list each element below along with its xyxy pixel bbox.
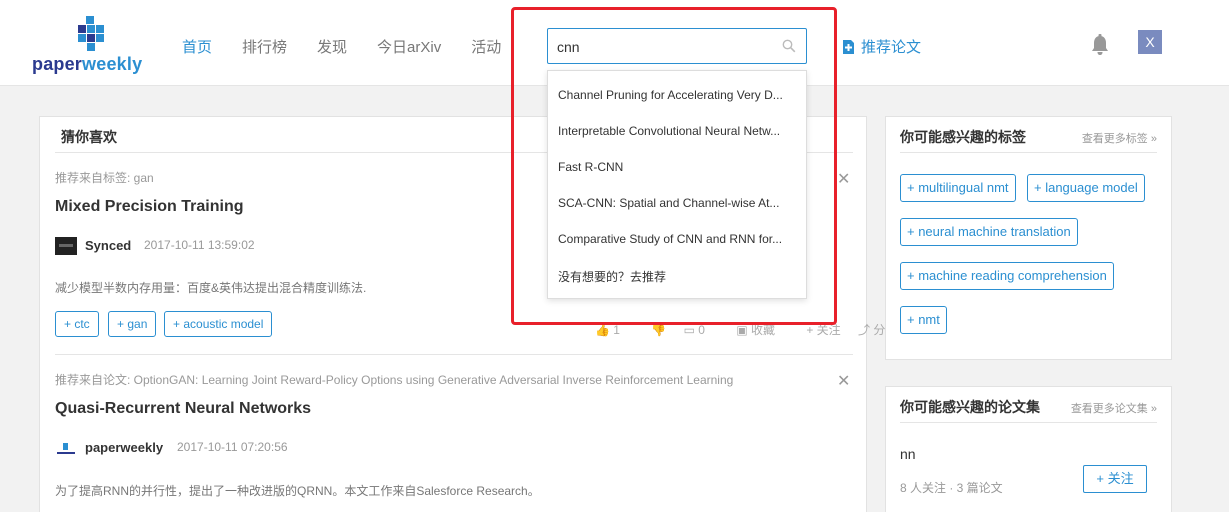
search-box: [547, 28, 807, 64]
follow-collection-button[interactable]: + 关注: [1083, 465, 1147, 493]
more-tags-link[interactable]: 查看更多标签 »: [1082, 130, 1157, 146]
tag-chip[interactable]: + gan: [108, 311, 157, 337]
tag-chip[interactable]: + acoustic model: [164, 311, 273, 337]
tag-chip[interactable]: + machine reading comprehension: [900, 262, 1114, 290]
author-avatar[interactable]: [55, 237, 77, 255]
dismiss-icon[interactable]: ✕: [837, 371, 850, 391]
user-avatar[interactable]: X: [1138, 30, 1162, 54]
dislike-button[interactable]: 👎: [651, 323, 666, 337]
document-plus-icon: [843, 39, 854, 54]
search-suggestion[interactable]: Fast R-CNN: [558, 160, 798, 174]
collection-name[interactable]: nn: [900, 446, 916, 462]
tag-chip[interactable]: + neural machine translation: [900, 218, 1078, 246]
recommend-suggestion-link[interactable]: 没有想要的？去推荐: [558, 268, 798, 285]
logo-text: paperweekly: [32, 54, 143, 74]
feed-item-source: 推荐来自标签: gan: [55, 171, 154, 185]
divider: [900, 152, 1157, 153]
feed-item-actions: 👍 1 👎 ▭ 0 ▣ 收藏 + 关注 ⤴ 分享: [595, 321, 925, 338]
tag-chip[interactable]: + multilingual nmt: [900, 174, 1016, 202]
tag-chip[interactable]: + ctc: [55, 311, 99, 337]
panel-title: 你可能感兴趣的论文集: [900, 399, 1040, 415]
author-avatar[interactable]: [55, 440, 77, 458]
paperweekly-logo[interactable]: paperweekly: [32, 16, 154, 78]
more-collections-link[interactable]: 查看更多论文集 »: [1071, 400, 1157, 416]
tag-chip[interactable]: + language model: [1027, 174, 1145, 202]
nav-item-ranking[interactable]: 排行榜: [242, 36, 287, 57]
logo-mark-icon: [78, 16, 104, 51]
recommend-paper-label: 推荐论文: [861, 39, 922, 56]
search-suggestions-dropdown: Channel Pruning for Accelerating Very D.…: [547, 70, 807, 299]
panel-title: 你可能感兴趣的标签: [900, 129, 1026, 145]
feed-item-source: 推荐来自论文: OptionGAN: Learning Joint Reward…: [55, 373, 734, 387]
author-name[interactable]: Synced: [85, 238, 131, 253]
post-time: 2017-10-11 07:20:56: [177, 440, 288, 454]
main-nav: 首页 排行榜 发现 今日arXiv 活动: [182, 36, 531, 57]
collection-meta: 8 人关注 · 3 篇论文: [900, 481, 1003, 495]
like-button[interactable]: 👍 1: [595, 323, 634, 337]
search-suggestion[interactable]: Comparative Study of CNN and RNN for...: [558, 232, 798, 246]
search-suggestion[interactable]: SCA-CNN: Spatial and Channel-wise At...: [558, 196, 798, 210]
nav-item-home[interactable]: 首页: [182, 36, 212, 57]
search-suggestion[interactable]: Interpretable Convolutional Neural Netw.…: [558, 124, 798, 138]
dismiss-icon[interactable]: ✕: [837, 169, 850, 189]
feed-title: 猜你喜欢: [61, 129, 117, 145]
feed-item-title[interactable]: Quasi-Recurrent Neural Networks: [55, 400, 311, 418]
recommend-paper-link[interactable]: 推荐论文: [842, 36, 921, 57]
bell-icon[interactable]: [1090, 34, 1110, 56]
interest-collections-panel: 你可能感兴趣的论文集 查看更多论文集 » nn 8 人关注 · 3 篇论文 + …: [885, 386, 1172, 512]
feed-item-title[interactable]: Mixed Precision Training: [55, 198, 244, 216]
feed-item-summary: 为了提高RNN的并行性，提出了一种改进版的QRNN。本文工作来自Salesfor…: [55, 484, 540, 498]
nav-item-events[interactable]: 活动: [471, 36, 501, 57]
interest-tags-panel: 你可能感兴趣的标签 查看更多标签 » + multilingual nmt + …: [885, 116, 1172, 360]
search-input[interactable]: [557, 38, 767, 56]
feed-item-summary: 减少模型半数内存用量：百度&英伟达提出混合精度训练法.: [55, 281, 367, 295]
post-time: 2017-10-11 13:59:02: [144, 238, 255, 252]
follow-button[interactable]: + 关注: [806, 323, 840, 337]
collect-button[interactable]: ▣ 收藏: [736, 323, 789, 337]
divider: [900, 422, 1157, 423]
divider: [55, 354, 853, 355]
author-name[interactable]: paperweekly: [85, 440, 163, 455]
nav-item-discover[interactable]: 发现: [317, 36, 347, 57]
nav-item-today-arxiv[interactable]: 今日arXiv: [377, 36, 441, 57]
search-icon[interactable]: [782, 39, 796, 53]
search-suggestion[interactable]: Channel Pruning for Accelerating Very D.…: [558, 88, 798, 102]
tag-chip[interactable]: + nmt: [900, 306, 947, 334]
comment-button[interactable]: ▭ 0: [684, 323, 719, 337]
